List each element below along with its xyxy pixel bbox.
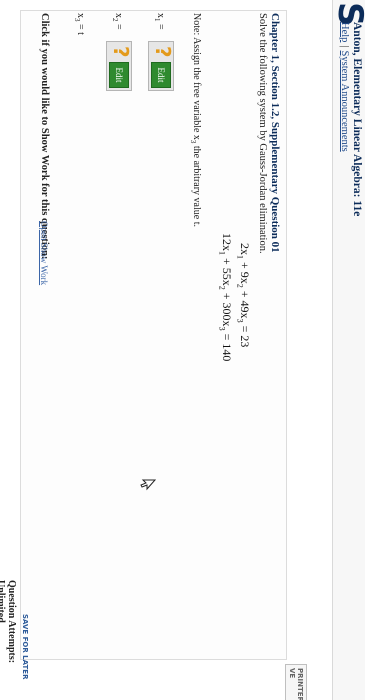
course-title: Anton, Elementary Linear Algebra: 11e	[351, 22, 363, 217]
x1-label: x1 =	[153, 13, 166, 30]
question-panel: Chapter 1, Section 1.2, Supplementary Qu…	[20, 10, 287, 660]
save-for-later-button[interactable]: SAVE FOR LATER	[21, 614, 29, 679]
question-mark-icon: ?	[109, 46, 133, 58]
question-instruction: Solve the following system by Gauss-Jord…	[257, 13, 268, 254]
x2-label: x2 =	[111, 13, 124, 30]
system-announcements-link[interactable]: System Announcements	[339, 51, 350, 152]
app-header: S Anton, Elementary Linear Algebra: 11e …	[330, 0, 365, 700]
question-title: Chapter 1, Section 1.2, Supplementary Qu…	[269, 13, 281, 253]
x2-edit-button[interactable]: Edit	[109, 62, 129, 88]
equation-2: 12x1 + 55x2 + 300x3 = 140	[217, 233, 234, 362]
mouse-cursor-icon	[140, 479, 156, 491]
rotated-screen: S Anton, Elementary Linear Algebra: 11e …	[0, 0, 365, 700]
header-links: Help | System Announcements	[339, 22, 350, 152]
equation-1: 2x1 + 9x2 + 49x3 = 23	[235, 243, 252, 348]
help-link[interactable]: Help	[339, 22, 350, 42]
x2-answer-box[interactable]: ? Edit	[106, 41, 133, 91]
x1-answer-box[interactable]: ? Edit	[148, 41, 175, 91]
x1-edit-button[interactable]: Edit	[151, 62, 171, 88]
question-attempts: Question Attempts: Unlimited	[0, 580, 17, 664]
question-mark-icon: ?	[151, 46, 175, 58]
link-separator: |	[339, 45, 350, 48]
free-variable-note: Note: Assign the free variable x3 the ar…	[189, 13, 202, 227]
open-show-work-link[interactable]: Open Show Work	[39, 221, 49, 285]
printer-version-button[interactable]: PRINTER VE	[285, 664, 307, 700]
x3-value: x3 = t	[73, 13, 86, 35]
